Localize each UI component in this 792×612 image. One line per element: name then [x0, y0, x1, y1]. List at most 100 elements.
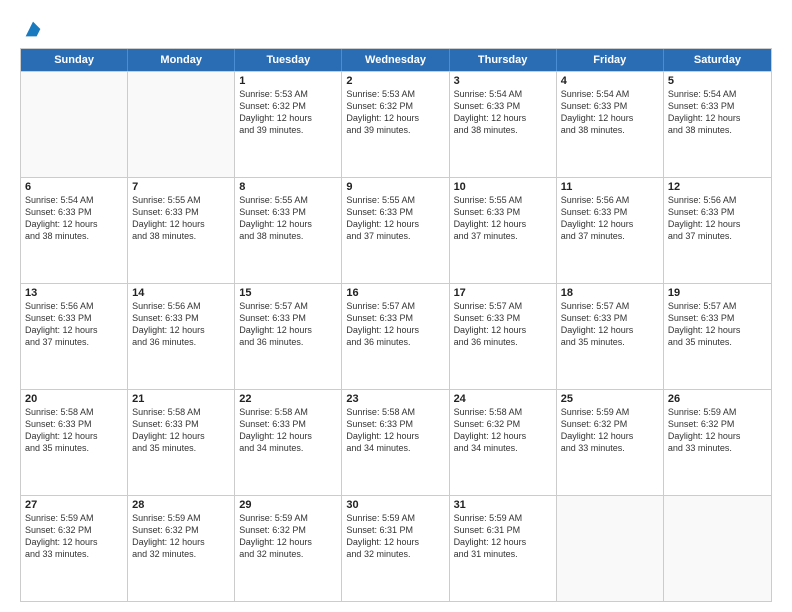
- cell-info-line: Sunrise: 5:59 AM: [561, 406, 659, 418]
- page: SundayMondayTuesdayWednesdayThursdayFrid…: [0, 0, 792, 612]
- calendar-cell-19: 19Sunrise: 5:57 AMSunset: 6:33 PMDayligh…: [664, 284, 771, 389]
- cell-info-line: and 38 minutes.: [239, 230, 337, 242]
- cell-info-line: and 38 minutes.: [454, 124, 552, 136]
- day-number: 12: [668, 181, 767, 193]
- cell-info-line: Daylight: 12 hours: [132, 536, 230, 548]
- calendar-cell-11: 11Sunrise: 5:56 AMSunset: 6:33 PMDayligh…: [557, 178, 664, 283]
- cell-info-line: Daylight: 12 hours: [346, 536, 444, 548]
- calendar-row-0: 1Sunrise: 5:53 AMSunset: 6:32 PMDaylight…: [21, 71, 771, 177]
- calendar-row-2: 13Sunrise: 5:56 AMSunset: 6:33 PMDayligh…: [21, 283, 771, 389]
- cell-info-line: and 37 minutes.: [25, 336, 123, 348]
- cell-info-line: Sunrise: 5:55 AM: [132, 194, 230, 206]
- cell-info-line: Sunset: 6:33 PM: [346, 206, 444, 218]
- cell-info-line: Sunrise: 5:55 AM: [454, 194, 552, 206]
- cell-info-line: Daylight: 12 hours: [25, 430, 123, 442]
- cell-info-line: Sunrise: 5:55 AM: [346, 194, 444, 206]
- calendar-cell-3: 3Sunrise: 5:54 AMSunset: 6:33 PMDaylight…: [450, 72, 557, 177]
- cell-info-line: Sunrise: 5:53 AM: [239, 88, 337, 100]
- cell-info-line: and 38 minutes.: [561, 124, 659, 136]
- cell-info-line: Sunset: 6:33 PM: [25, 418, 123, 430]
- day-number: 21: [132, 393, 230, 405]
- cell-info-line: Daylight: 12 hours: [668, 430, 767, 442]
- calendar-cell-21: 21Sunrise: 5:58 AMSunset: 6:33 PMDayligh…: [128, 390, 235, 495]
- cell-info-line: Sunset: 6:32 PM: [668, 418, 767, 430]
- calendar-cell-9: 9Sunrise: 5:55 AMSunset: 6:33 PMDaylight…: [342, 178, 449, 283]
- cell-info-line: and 31 minutes.: [454, 548, 552, 560]
- cell-info-line: Daylight: 12 hours: [346, 218, 444, 230]
- cell-info-line: and 39 minutes.: [346, 124, 444, 136]
- calendar-cell-16: 16Sunrise: 5:57 AMSunset: 6:33 PMDayligh…: [342, 284, 449, 389]
- day-number: 4: [561, 75, 659, 87]
- cell-info-line: Sunset: 6:32 PM: [561, 418, 659, 430]
- day-number: 10: [454, 181, 552, 193]
- calendar-header: SundayMondayTuesdayWednesdayThursdayFrid…: [21, 49, 771, 71]
- weekday-header-tuesday: Tuesday: [235, 49, 342, 71]
- day-number: 26: [668, 393, 767, 405]
- calendar-cell-12: 12Sunrise: 5:56 AMSunset: 6:33 PMDayligh…: [664, 178, 771, 283]
- day-number: 7: [132, 181, 230, 193]
- cell-info-line: Sunset: 6:33 PM: [132, 312, 230, 324]
- day-number: 3: [454, 75, 552, 87]
- calendar-cell-23: 23Sunrise: 5:58 AMSunset: 6:33 PMDayligh…: [342, 390, 449, 495]
- cell-info-line: and 37 minutes.: [346, 230, 444, 242]
- day-number: 15: [239, 287, 337, 299]
- cell-info-line: Daylight: 12 hours: [239, 324, 337, 336]
- cell-info-line: Sunset: 6:32 PM: [132, 524, 230, 536]
- calendar-cell-2: 2Sunrise: 5:53 AMSunset: 6:32 PMDaylight…: [342, 72, 449, 177]
- cell-info-line: Sunrise: 5:54 AM: [668, 88, 767, 100]
- calendar-cell-14: 14Sunrise: 5:56 AMSunset: 6:33 PMDayligh…: [128, 284, 235, 389]
- cell-info-line: Daylight: 12 hours: [346, 324, 444, 336]
- day-number: 24: [454, 393, 552, 405]
- cell-info-line: Sunset: 6:31 PM: [346, 524, 444, 536]
- calendar-cell-1: 1Sunrise: 5:53 AMSunset: 6:32 PMDaylight…: [235, 72, 342, 177]
- cell-info-line: Sunrise: 5:58 AM: [454, 406, 552, 418]
- calendar-cell-25: 25Sunrise: 5:59 AMSunset: 6:32 PMDayligh…: [557, 390, 664, 495]
- calendar-cell-29: 29Sunrise: 5:59 AMSunset: 6:32 PMDayligh…: [235, 496, 342, 601]
- cell-info-line: Sunset: 6:33 PM: [668, 312, 767, 324]
- cell-info-line: Sunset: 6:33 PM: [239, 418, 337, 430]
- calendar-cell-15: 15Sunrise: 5:57 AMSunset: 6:33 PMDayligh…: [235, 284, 342, 389]
- cell-info-line: Sunrise: 5:59 AM: [25, 512, 123, 524]
- cell-info-line: Sunrise: 5:54 AM: [561, 88, 659, 100]
- day-number: 25: [561, 393, 659, 405]
- calendar-cell-18: 18Sunrise: 5:57 AMSunset: 6:33 PMDayligh…: [557, 284, 664, 389]
- cell-info-line: Daylight: 12 hours: [561, 430, 659, 442]
- calendar-cell-7: 7Sunrise: 5:55 AMSunset: 6:33 PMDaylight…: [128, 178, 235, 283]
- calendar-cell-22: 22Sunrise: 5:58 AMSunset: 6:33 PMDayligh…: [235, 390, 342, 495]
- cell-info-line: Daylight: 12 hours: [346, 430, 444, 442]
- calendar-cell-empty-4-6: [664, 496, 771, 601]
- day-number: 14: [132, 287, 230, 299]
- calendar-cell-17: 17Sunrise: 5:57 AMSunset: 6:33 PMDayligh…: [450, 284, 557, 389]
- weekday-header-saturday: Saturday: [664, 49, 771, 71]
- cell-info-line: Sunset: 6:33 PM: [132, 206, 230, 218]
- cell-info-line: Daylight: 12 hours: [668, 218, 767, 230]
- cell-info-line: and 38 minutes.: [132, 230, 230, 242]
- cell-info-line: Sunset: 6:33 PM: [454, 206, 552, 218]
- cell-info-line: Daylight: 12 hours: [132, 218, 230, 230]
- cell-info-line: Sunset: 6:31 PM: [454, 524, 552, 536]
- cell-info-line: and 35 minutes.: [132, 442, 230, 454]
- cell-info-line: Sunset: 6:33 PM: [454, 312, 552, 324]
- cell-info-line: and 32 minutes.: [239, 548, 337, 560]
- weekday-header-friday: Friday: [557, 49, 664, 71]
- cell-info-line: Sunset: 6:32 PM: [239, 100, 337, 112]
- cell-info-line: Sunset: 6:33 PM: [239, 312, 337, 324]
- cell-info-line: Sunset: 6:33 PM: [454, 100, 552, 112]
- cell-info-line: and 33 minutes.: [25, 548, 123, 560]
- day-number: 28: [132, 499, 230, 511]
- cell-info-line: and 33 minutes.: [561, 442, 659, 454]
- cell-info-line: Sunset: 6:33 PM: [561, 100, 659, 112]
- cell-info-line: and 36 minutes.: [239, 336, 337, 348]
- cell-info-line: Sunset: 6:33 PM: [668, 100, 767, 112]
- cell-info-line: Sunset: 6:32 PM: [239, 524, 337, 536]
- cell-info-line: Sunrise: 5:58 AM: [25, 406, 123, 418]
- cell-info-line: Sunrise: 5:59 AM: [454, 512, 552, 524]
- cell-info-line: Sunset: 6:33 PM: [561, 312, 659, 324]
- cell-info-line: Daylight: 12 hours: [454, 536, 552, 548]
- day-number: 31: [454, 499, 552, 511]
- cell-info-line: Daylight: 12 hours: [25, 324, 123, 336]
- day-number: 30: [346, 499, 444, 511]
- calendar-cell-28: 28Sunrise: 5:59 AMSunset: 6:32 PMDayligh…: [128, 496, 235, 601]
- calendar-cell-10: 10Sunrise: 5:55 AMSunset: 6:33 PMDayligh…: [450, 178, 557, 283]
- day-number: 18: [561, 287, 659, 299]
